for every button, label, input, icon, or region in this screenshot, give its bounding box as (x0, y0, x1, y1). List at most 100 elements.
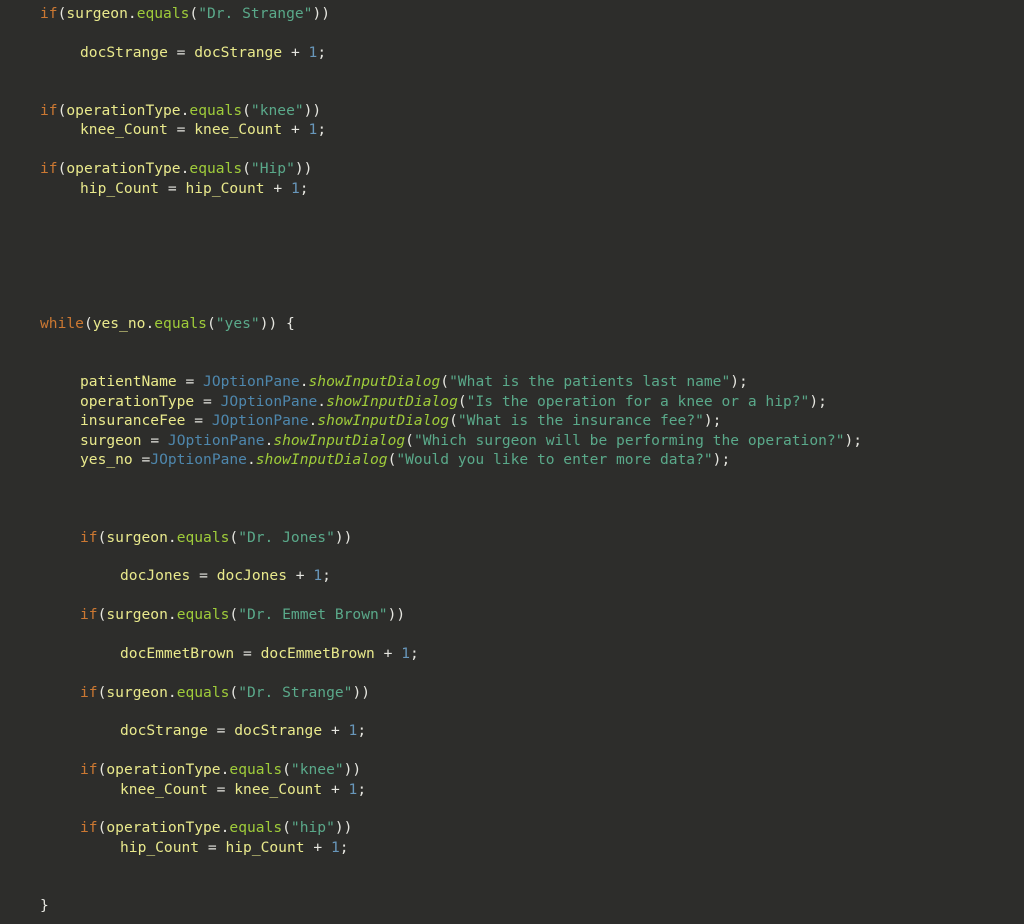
code-content[interactable]: if(surgeon.equals("Dr. Strange")) docStr… (0, 4, 1024, 915)
token-var: surgeon (66, 5, 128, 22)
token-punct: . (167, 606, 177, 624)
token-methodi: showInputDialog (273, 431, 406, 449)
token-str: "Dr. Emmet Brown" (238, 606, 388, 624)
code-line[interactable]: knee_Count = knee_Count + 1; (0, 120, 1024, 139)
code-line-blank[interactable] (0, 82, 1024, 101)
token-str: "What is the patients last name" (449, 373, 731, 391)
code-line-blank[interactable] (0, 625, 1024, 644)
token-var: docEmmetBrown (120, 644, 235, 662)
token-str: "What is the insurance fee?" (457, 412, 704, 430)
token-punct: ); (809, 392, 827, 410)
token-punct: ( (282, 761, 291, 779)
token-punct: ( (189, 5, 199, 22)
code-line[interactable]: docJones = docJones + 1; (0, 566, 1024, 585)
code-line-blank[interactable] (0, 217, 1024, 236)
code-line[interactable]: if(operationType.equals("knee")) (0, 101, 1024, 120)
code-line-blank[interactable] (0, 334, 1024, 353)
code-line[interactable]: docStrange = docStrange + 1; (0, 43, 1024, 62)
code-line-blank[interactable] (0, 741, 1024, 760)
token-punct: ( (229, 683, 239, 701)
code-line[interactable]: while(yes_no.equals("yes")) { (0, 314, 1024, 333)
code-line[interactable]: operationType = JOptionPane.showInputDia… (0, 392, 1024, 411)
token-var: docStrange (120, 722, 208, 740)
code-line-blank[interactable] (0, 295, 1024, 314)
code-line[interactable]: if(operationType.equals("hip")) (0, 818, 1024, 837)
code-line-blank[interactable] (0, 23, 1024, 42)
token-str: "yes" (215, 315, 260, 333)
code-line-blank[interactable] (0, 353, 1024, 372)
token-kw: if (80, 683, 98, 701)
token-punct: ( (206, 315, 216, 333)
code-line-blank[interactable] (0, 586, 1024, 605)
token-punct: ); (730, 373, 748, 391)
token-class: JOptionPane (211, 412, 309, 430)
code-line-blank[interactable] (0, 140, 1024, 159)
token-kw: if (40, 160, 58, 178)
code-editor-pane[interactable]: if(surgeon.equals("Dr. Strange")) docStr… (0, 0, 1024, 924)
code-line[interactable]: if(operationType.equals("knee")) (0, 760, 1024, 779)
code-line-blank[interactable] (0, 702, 1024, 721)
code-line-blank[interactable] (0, 198, 1024, 217)
code-line-blank[interactable] (0, 237, 1024, 256)
token-var: surgeon (80, 431, 142, 449)
code-line[interactable]: docStrange = docStrange + 1; (0, 721, 1024, 740)
token-str: "knee" (290, 761, 344, 779)
token-punct: )) (343, 761, 362, 779)
token-class: JOptionPane (220, 392, 318, 410)
token-punct: ; (299, 179, 309, 197)
code-line-blank[interactable] (0, 547, 1024, 566)
token-punct: )) (387, 606, 406, 624)
code-line[interactable]: patientName = JOptionPane.showInputDialo… (0, 372, 1024, 391)
code-line-blank[interactable] (0, 508, 1024, 527)
token-num: 1 (308, 43, 318, 61)
token-str: "Dr. Jones" (238, 528, 335, 546)
code-line[interactable]: hip_Count = hip_Count + 1; (0, 179, 1024, 198)
code-line[interactable]: docEmmetBrown = docEmmetBrown + 1; (0, 644, 1024, 663)
code-line[interactable]: surgeon = JOptionPane.showInputDialog("W… (0, 431, 1024, 450)
code-line-blank[interactable] (0, 663, 1024, 682)
code-line-blank[interactable] (0, 857, 1024, 876)
token-punct: ); (844, 431, 863, 449)
token-punct: = (150, 431, 160, 449)
token-punct: ; (317, 121, 327, 139)
code-line-blank[interactable] (0, 799, 1024, 818)
token-num: 1 (401, 644, 411, 662)
code-line[interactable]: if(surgeon.equals("Dr. Jones")) (0, 528, 1024, 547)
code-line-blank[interactable] (0, 256, 1024, 275)
code-line-blank[interactable] (0, 877, 1024, 896)
token-punct: . (246, 450, 256, 468)
code-line-blank[interactable] (0, 469, 1024, 488)
token-str: "Is the operation for a knee or a hip?" (466, 392, 810, 410)
code-line[interactable]: if(surgeon.equals("Dr. Strange")) (0, 683, 1024, 702)
token-num: 1 (290, 179, 300, 197)
token-method: equals (189, 160, 243, 178)
code-line[interactable]: if(operationType.equals("Hip")) (0, 159, 1024, 178)
code-line[interactable]: yes_no =JOptionPane.showInputDialog("Wou… (0, 450, 1024, 469)
code-line-blank[interactable] (0, 62, 1024, 81)
code-line-blank[interactable] (0, 489, 1024, 508)
token-kw: if (40, 101, 58, 119)
code-line[interactable]: knee_Count = knee_Count + 1; (0, 780, 1024, 799)
code-line[interactable]: if(surgeon.equals("Dr. Strange")) (0, 4, 1024, 23)
token-punct: } (40, 896, 49, 914)
token-punct: )) (352, 683, 371, 701)
code-line[interactable]: hip_Count = hip_Count + 1; (0, 838, 1024, 857)
code-line[interactable]: if(surgeon.equals("Dr. Emmet Brown")) (0, 605, 1024, 624)
code-line-blank[interactable] (0, 275, 1024, 294)
code-line[interactable]: } (0, 896, 1024, 915)
code-line[interactable]: insuranceFee = JOptionPane.showInputDial… (0, 411, 1024, 430)
